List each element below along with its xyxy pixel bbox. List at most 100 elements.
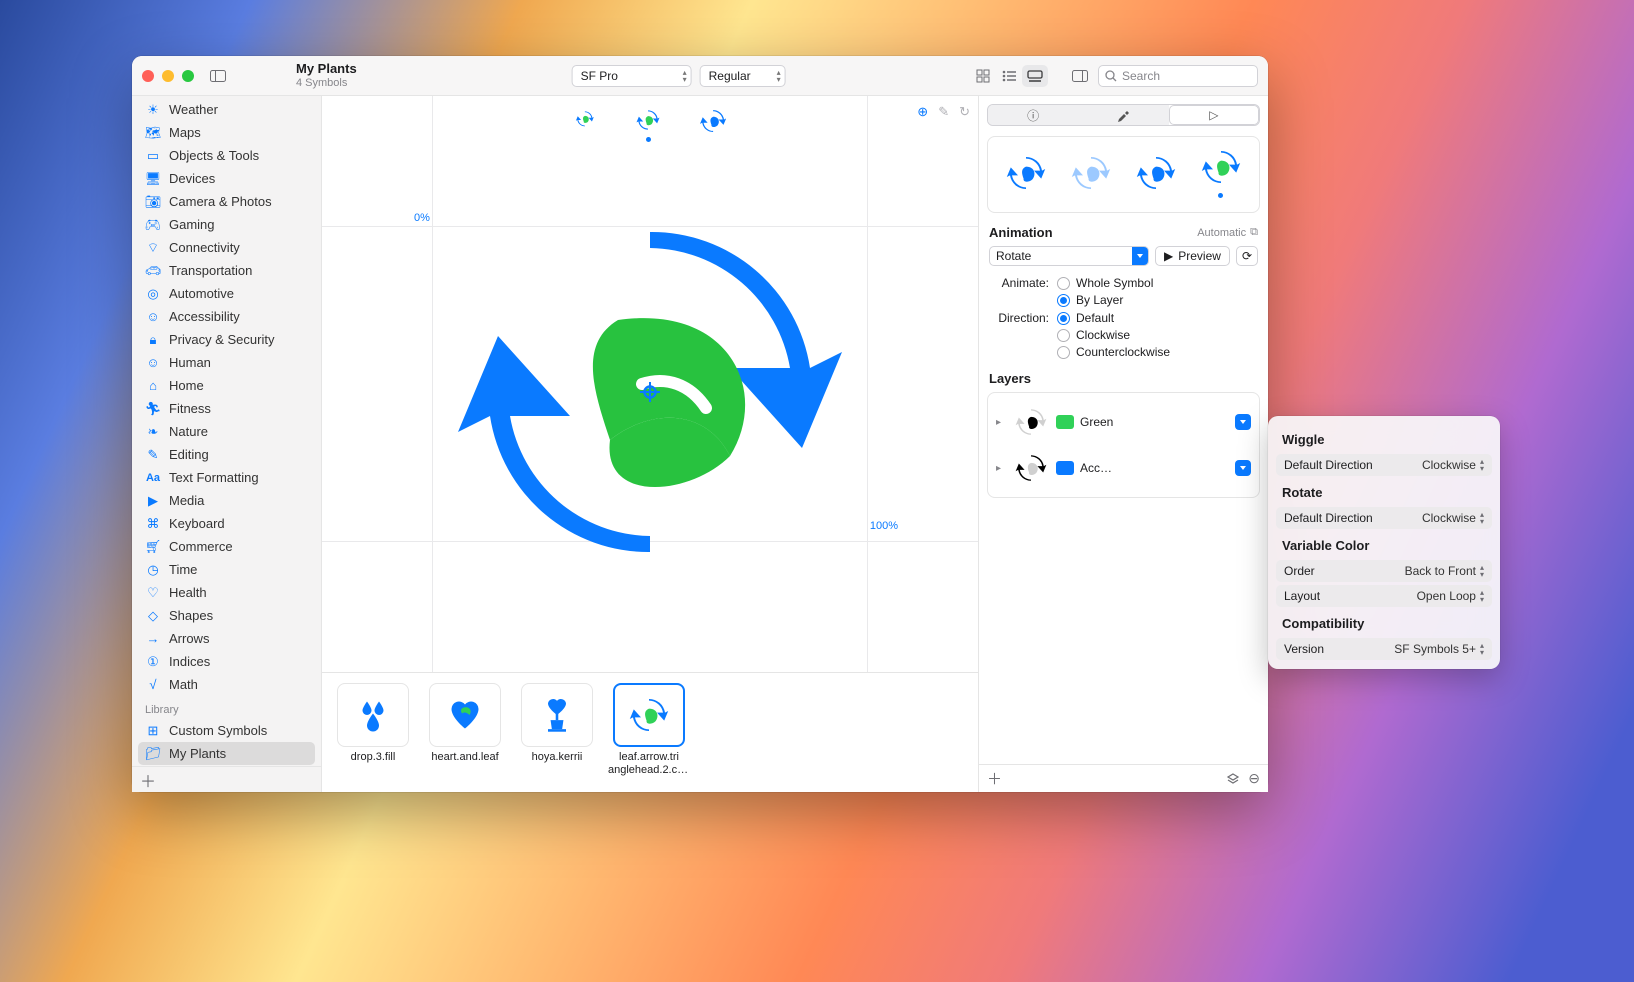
remove-layer-button[interactable]: ⊖ bbox=[1248, 770, 1260, 787]
list-view-button[interactable] bbox=[996, 65, 1022, 87]
color-swatch[interactable] bbox=[1056, 461, 1074, 475]
color-swatch[interactable] bbox=[1056, 415, 1074, 429]
sidebar-item-keyboard[interactable]: ⌘Keyboard bbox=[138, 512, 315, 535]
leaf-rotate-icon bbox=[629, 695, 669, 735]
add-collection-button[interactable]: ＋ bbox=[140, 768, 156, 792]
sidebar-item-objects[interactable]: ▭Objects & Tools bbox=[138, 144, 315, 167]
gallery-view-button[interactable] bbox=[1022, 65, 1048, 87]
cart-icon: 🛒︎ bbox=[145, 539, 161, 555]
layer-options-button[interactable] bbox=[1235, 460, 1251, 476]
gallery-item[interactable]: leaf.arrow.trianglehead.2.clo… bbox=[608, 683, 690, 776]
weight-regular-icon bbox=[636, 108, 660, 132]
chevron-updown-icon: ▴▾ bbox=[1480, 564, 1484, 578]
animation-preview bbox=[987, 136, 1260, 213]
main-symbol[interactable] bbox=[450, 192, 850, 592]
copy-icon[interactable]: ⧉ bbox=[1250, 226, 1258, 239]
sidebar-item-shapes[interactable]: ◇Shapes bbox=[138, 604, 315, 627]
drop-icon bbox=[355, 697, 391, 733]
rotate-tool[interactable]: ↻ bbox=[959, 104, 970, 120]
sidebar-item-time[interactable]: ◷Time bbox=[138, 558, 315, 581]
layer-thumb-icon bbox=[1013, 406, 1049, 438]
sidebar-item-custom-symbols[interactable]: ⊞Custom Symbols bbox=[138, 719, 315, 742]
canvas-tools: ⊕ ✎ ↻ bbox=[917, 104, 970, 120]
sidebar-item-fitness[interactable]: 🏃︎Fitness bbox=[138, 397, 315, 420]
sidebar-item-maps[interactable]: 🗺︎Maps bbox=[138, 121, 315, 144]
sidebar-item-automotive[interactable]: ◎Automotive bbox=[138, 282, 315, 305]
close-button[interactable] bbox=[142, 70, 154, 82]
animation-tab[interactable]: ▷ bbox=[1169, 105, 1259, 125]
shape-icon: ◇ bbox=[145, 608, 161, 624]
disclosure-icon[interactable]: ▸ bbox=[996, 417, 1006, 428]
sidebar-item-camera[interactable]: 📷︎Camera & Photos bbox=[138, 190, 315, 213]
sidebar-item-human[interactable]: ☺︎Human bbox=[138, 351, 315, 374]
sidebar-item-editing[interactable]: ✎Editing bbox=[138, 443, 315, 466]
grid-view-button[interactable] bbox=[970, 65, 996, 87]
gallery-item[interactable]: heart.and.leaf bbox=[424, 683, 506, 763]
info-tab[interactable]: ⓘ bbox=[988, 105, 1078, 125]
wiggle-direction-row[interactable]: Default Direction Clockwise▴▾ bbox=[1276, 454, 1492, 476]
layer-options-button[interactable] bbox=[1235, 414, 1251, 430]
sidebar-item-arrows[interactable]: →Arrows bbox=[138, 627, 315, 650]
minimize-button[interactable] bbox=[162, 70, 174, 82]
accessibility-icon: ☺︎ bbox=[145, 309, 161, 325]
sidebar-item-commerce[interactable]: 🛒︎Commerce bbox=[138, 535, 315, 558]
animate-layer-radio[interactable] bbox=[1057, 294, 1070, 307]
gallery-item[interactable]: hoya.kerrii bbox=[516, 683, 598, 763]
layer-row[interactable]: ▸ Acc… bbox=[992, 445, 1255, 491]
animate-whole-radio[interactable] bbox=[1057, 277, 1070, 290]
weight-select[interactable]: Regular▴▾ bbox=[700, 65, 786, 87]
version-row[interactable]: Version SF Symbols 5+▴▾ bbox=[1276, 638, 1492, 660]
repeat-button[interactable]: ⟳ bbox=[1236, 246, 1258, 266]
sidebar-item-media[interactable]: ▶︎Media bbox=[138, 489, 315, 512]
sidebar-item-health[interactable]: ♡Health bbox=[138, 581, 315, 604]
pen-tool[interactable]: ✎ bbox=[938, 104, 949, 120]
weight-thin-icon bbox=[574, 108, 596, 130]
sidebar-list[interactable]: ☀︎Weather 🗺︎Maps ▭Objects & Tools 🖥︎Devi… bbox=[132, 96, 321, 766]
chevron-updown-icon: ▴▾ bbox=[1480, 511, 1484, 525]
layer-row[interactable]: ▸ Green bbox=[992, 399, 1255, 445]
camera-icon: 📷︎ bbox=[145, 194, 161, 210]
view-mode-group bbox=[970, 65, 1048, 87]
car-icon: 🚗︎ bbox=[145, 263, 161, 279]
sidebar-item-my-plants[interactable]: 📁︎My Plants bbox=[138, 742, 315, 765]
rotate-direction-row[interactable]: Default Direction Clockwise▴▾ bbox=[1276, 507, 1492, 529]
layout-row[interactable]: Layout Open Loop▴▾ bbox=[1276, 585, 1492, 607]
disclosure-icon[interactable]: ▸ bbox=[996, 463, 1006, 474]
toggle-sidebar-button[interactable] bbox=[204, 65, 232, 87]
gallery-item[interactable]: drop.3.fill bbox=[332, 683, 414, 763]
sidebar-item-accessibility[interactable]: ☺︎Accessibility bbox=[138, 305, 315, 328]
sidebar-item-nature[interactable]: ❧Nature bbox=[138, 420, 315, 443]
sidebar-item-text[interactable]: AaText Formatting bbox=[138, 466, 315, 489]
display-icon: 🖥︎ bbox=[145, 171, 161, 187]
anim-frame-icon bbox=[1136, 153, 1176, 193]
sidebar-item-transportation[interactable]: 🚗︎Transportation bbox=[138, 259, 315, 282]
sidebar-item-gaming[interactable]: 🎮︎Gaming bbox=[138, 213, 315, 236]
selected-dot-icon bbox=[1218, 193, 1223, 198]
sidebar-item-weather[interactable]: ☀︎Weather bbox=[138, 98, 315, 121]
brush-icon bbox=[1116, 108, 1130, 122]
zoom-button[interactable] bbox=[182, 70, 194, 82]
toggle-inspector-button[interactable] bbox=[1066, 65, 1094, 87]
sidebar-item-devices[interactable]: 🖥︎Devices bbox=[138, 167, 315, 190]
preview-button[interactable]: ▶︎Preview bbox=[1155, 246, 1230, 266]
order-row[interactable]: Order Back to Front▴▾ bbox=[1276, 560, 1492, 582]
sidebar-item-home[interactable]: ⌂Home bbox=[138, 374, 315, 397]
direction-ccw-radio[interactable] bbox=[1057, 346, 1070, 359]
guide-100pct: 100% bbox=[870, 520, 898, 532]
selected-dot-icon bbox=[646, 137, 651, 142]
appearance-tab[interactable] bbox=[1078, 105, 1168, 125]
search-field[interactable]: Search bbox=[1098, 65, 1258, 87]
anchor-tool[interactable]: ⊕ bbox=[917, 104, 928, 120]
canvas[interactable]: 0% 100% ⊕ ✎ ↻ bbox=[322, 96, 978, 672]
direction-default-radio[interactable] bbox=[1057, 312, 1070, 325]
direction-cw-radio[interactable] bbox=[1057, 329, 1070, 342]
font-select[interactable]: SF Pro▴▾ bbox=[572, 65, 692, 87]
layers-icon[interactable] bbox=[1226, 772, 1240, 786]
add-layer-button[interactable]: ＋ bbox=[987, 768, 1002, 789]
varcolor-header: Variable Color bbox=[1268, 532, 1500, 557]
sidebar-item-indices[interactable]: ①Indices bbox=[138, 650, 315, 673]
animation-type-select[interactable]: Rotate bbox=[989, 246, 1149, 266]
sidebar-item-privacy[interactable]: 🔒︎Privacy & Security bbox=[138, 328, 315, 351]
sidebar-item-math[interactable]: √Math bbox=[138, 673, 315, 696]
sidebar-item-connectivity[interactable]: ⌔Connectivity bbox=[138, 236, 315, 259]
